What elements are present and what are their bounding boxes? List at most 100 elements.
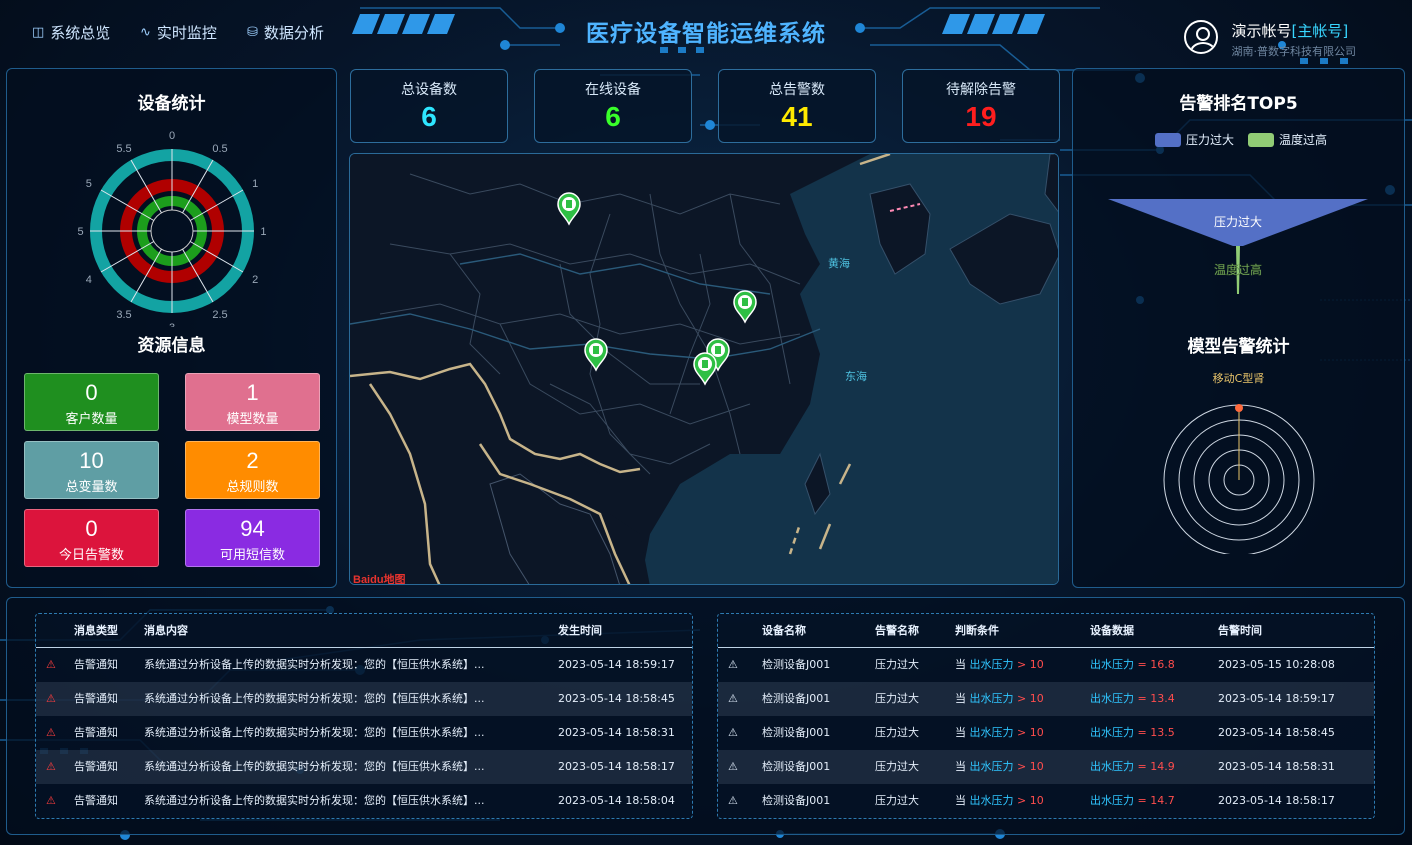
alarm-condition: 当 出水压力 > 10 <box>955 648 1044 682</box>
alarm-device: 检测设备J001 <box>762 692 831 705</box>
alarm-row[interactable]: ⚠ 检测设备J001 压力过大当 出水压力 > 10 出水压力 = 16.8 2023-… <box>718 648 1374 682</box>
tile-value: 1 <box>246 380 259 405</box>
legend-item-pressure[interactable]: 压力过大 <box>1155 131 1234 148</box>
stat-value: 41 <box>781 101 813 132</box>
radial-axis-label: 5 <box>86 178 92 190</box>
data-variable: 出水压力 <box>1090 658 1134 671</box>
header-alarm-time: 告警时间 <box>1218 624 1262 637</box>
radial-axis-label: 1 <box>252 178 258 190</box>
tile-label: 总规则数 <box>226 480 279 495</box>
legend-item-temperature[interactable]: 温度过高 <box>1248 131 1327 148</box>
alarm-top5-title: 告警排名TOP5 <box>1179 94 1298 114</box>
cond-prefix: 当 <box>955 658 966 671</box>
alert-triangle-icon: ⚠ <box>728 760 738 773</box>
cond-operator: > 10 <box>1017 726 1044 739</box>
tile-label: 模型数量 <box>226 412 279 427</box>
message-content: 系统通过分析设备上传的数据实时分析发现：您的【恒压供水系统】... <box>144 692 485 705</box>
message-content: 系统通过分析设备上传的数据实时分析发现：您的【恒压供水系统】... <box>144 726 485 739</box>
radial-axis-label: 0 <box>169 130 175 142</box>
alarm-row[interactable]: ⚠ 检测设备J001 压力过大当 出水压力 > 10 出水压力 = 14.7 2023-… <box>718 784 1374 818</box>
cond-variable: 出水压力 <box>969 726 1014 739</box>
message-time: 2023-05-14 18:58:04 <box>558 794 675 807</box>
tile-rules[interactable]: 2 总规则数 <box>185 441 320 499</box>
cond-variable: 出水压力 <box>969 760 1014 773</box>
stat-total-devices[interactable]: 总设备数 6 <box>350 69 508 143</box>
message-row[interactable]: ⚠ 告警通知 系统通过分析设备上传的数据实时分析发现：您的【恒压供水系统】... 20… <box>36 716 692 750</box>
tile-label: 总变量数 <box>65 480 118 495</box>
tile-models[interactable]: 1 模型数量 <box>185 373 320 431</box>
tile-today-alarms[interactable]: 0 今日告警数 <box>24 509 159 567</box>
alarm-time: 2023-05-14 18:58:17 <box>1218 794 1335 807</box>
alarm-device-data: 出水压力 = 14.9 <box>1090 750 1175 784</box>
alert-triangle-icon: ⚠ <box>728 692 738 705</box>
message-row[interactable]: ⚠ 告警通知 系统通过分析设备上传的数据实时分析发现：您的【恒压供水系统】... 20… <box>36 784 692 818</box>
alert-triangle-icon: ⚠ <box>728 726 738 739</box>
alarm-device: 检测设备J001 <box>762 760 831 773</box>
message-table-header: 消息类型 消息内容 发生时间 <box>36 614 692 648</box>
message-type: 告警通知 <box>74 692 118 705</box>
message-time: 2023-05-14 18:58:45 <box>558 692 675 705</box>
tile-sms[interactable]: 94 可用短信数 <box>185 509 320 567</box>
message-row[interactable]: ⚠ 告警通知 系统通过分析设备上传的数据实时分析发现：您的【恒压供水系统】... 20… <box>36 648 692 682</box>
alarm-time: 2023-05-15 10:28:08 <box>1218 658 1335 671</box>
data-value: 14.7 <box>1150 794 1175 807</box>
stat-label: 总告警数 <box>769 82 825 98</box>
stat-pending-alarms[interactable]: 待解除告警 19 <box>902 69 1060 143</box>
user-account-name: 演示帐号 <box>1231 22 1292 40</box>
warning-icon: ⚠ <box>46 794 56 807</box>
legend-swatch <box>1248 132 1275 147</box>
alarm-funnel-chart: 压力过大 温度过高 <box>1108 199 1368 294</box>
cond-variable: 出水压力 <box>969 692 1014 705</box>
header-device: 设备名称 <box>762 624 806 637</box>
data-equals: = <box>1137 692 1147 705</box>
alarm-condition: 当 出水压力 > 10 <box>955 750 1044 784</box>
alert-triangle-icon: ⚠ <box>728 658 738 671</box>
stat-value: 6 <box>605 101 621 132</box>
tile-customers[interactable]: 0 客户数量 <box>24 373 159 431</box>
message-type: 告警通知 <box>74 658 118 671</box>
model-alarm-chart-label: 移动C型肾 <box>1212 372 1265 385</box>
stat-online-devices[interactable]: 在线设备 6 <box>534 69 692 143</box>
alarm-time: 2023-05-14 18:59:17 <box>1218 692 1335 705</box>
device-map[interactable]: 黄海 东海 Baidu地图 <box>349 153 1059 585</box>
warning-icon: ⚠ <box>46 760 56 773</box>
alarm-row[interactable]: ⚠ 检测设备J001 压力过大当 出水压力 > 10 出水压力 = 13.4 2023-… <box>718 682 1374 716</box>
tile-label: 今日告警数 <box>58 548 124 563</box>
cond-operator: > 10 <box>1017 794 1044 807</box>
tile-variables[interactable]: 10 总变量数 <box>24 441 159 499</box>
device-stats-chart: 0 0.5 1 1.5 2 2.5 3 3.5 4 4.5 5 5.5 <box>77 130 267 327</box>
stat-total-alarms[interactable]: 总告警数 41 <box>718 69 876 143</box>
tile-label: 客户数量 <box>65 412 118 427</box>
message-row[interactable]: ⚠ 告警通知 系统通过分析设备上传的数据实时分析发现：您的【恒压供水系统】... 20… <box>36 682 692 716</box>
alarm-name: 压力过大 <box>875 658 919 671</box>
map-attribution: Baidu地图 <box>353 572 406 585</box>
header-time: 发生时间 <box>558 624 602 637</box>
alarm-name: 压力过大 <box>875 760 919 773</box>
user-avatar-icon[interactable] <box>1183 20 1218 54</box>
model-alarm-radar <box>1163 404 1315 554</box>
alarm-name: 压力过大 <box>875 794 919 807</box>
data-equals: = <box>1137 658 1147 671</box>
data-value: 14.9 <box>1150 760 1175 773</box>
message-row[interactable]: ⚠ 告警通知 系统通过分析设备上传的数据实时分析发现：您的【恒压供水系统】... 20… <box>36 750 692 784</box>
data-value: 13.5 <box>1150 726 1175 739</box>
radial-axis-label: 3 <box>169 322 175 327</box>
alarm-table-header: 设备名称 告警名称 判断条件 设备数据 告警时间 <box>718 614 1374 648</box>
stat-label: 待解除告警 <box>946 82 1016 98</box>
message-time: 2023-05-14 18:59:17 <box>558 658 675 671</box>
cond-variable: 出水压力 <box>969 794 1014 807</box>
alarm-device: 检测设备J001 <box>762 794 831 807</box>
tile-value: 0 <box>85 516 98 541</box>
left-panel: 设备统计 0 0.5 1 1.5 2 2.5 3 3.5 4 4.5 5 5.5 资源信息 0 客户数… <box>6 68 337 588</box>
data-value: 13.4 <box>1150 692 1175 705</box>
alarm-row[interactable]: ⚠ 检测设备J001 压力过大当 出水压力 > 10 出水压力 = 13.5 2023-… <box>718 716 1374 750</box>
funnel-label-pressure: 压力过大 <box>1214 215 1262 229</box>
alarm-legend: 压力过大 温度过高 <box>1155 131 1327 148</box>
message-content: 系统通过分析设备上传的数据实时分析发现：您的【恒压供水系统】... <box>144 658 485 671</box>
user-menu[interactable]: 演示帐号[主帐号] 湖南·普数字科技有限公司 <box>1183 20 1356 59</box>
data-equals: = <box>1137 760 1147 773</box>
radial-axis-label: 2 <box>252 274 258 286</box>
alarm-row[interactable]: ⚠ 检测设备J001 压力过大当 出水压力 > 10 出水压力 = 14.9 2023-… <box>718 750 1374 784</box>
data-variable: 出水压力 <box>1090 760 1134 773</box>
alert-triangle-icon: ⚠ <box>728 794 738 807</box>
